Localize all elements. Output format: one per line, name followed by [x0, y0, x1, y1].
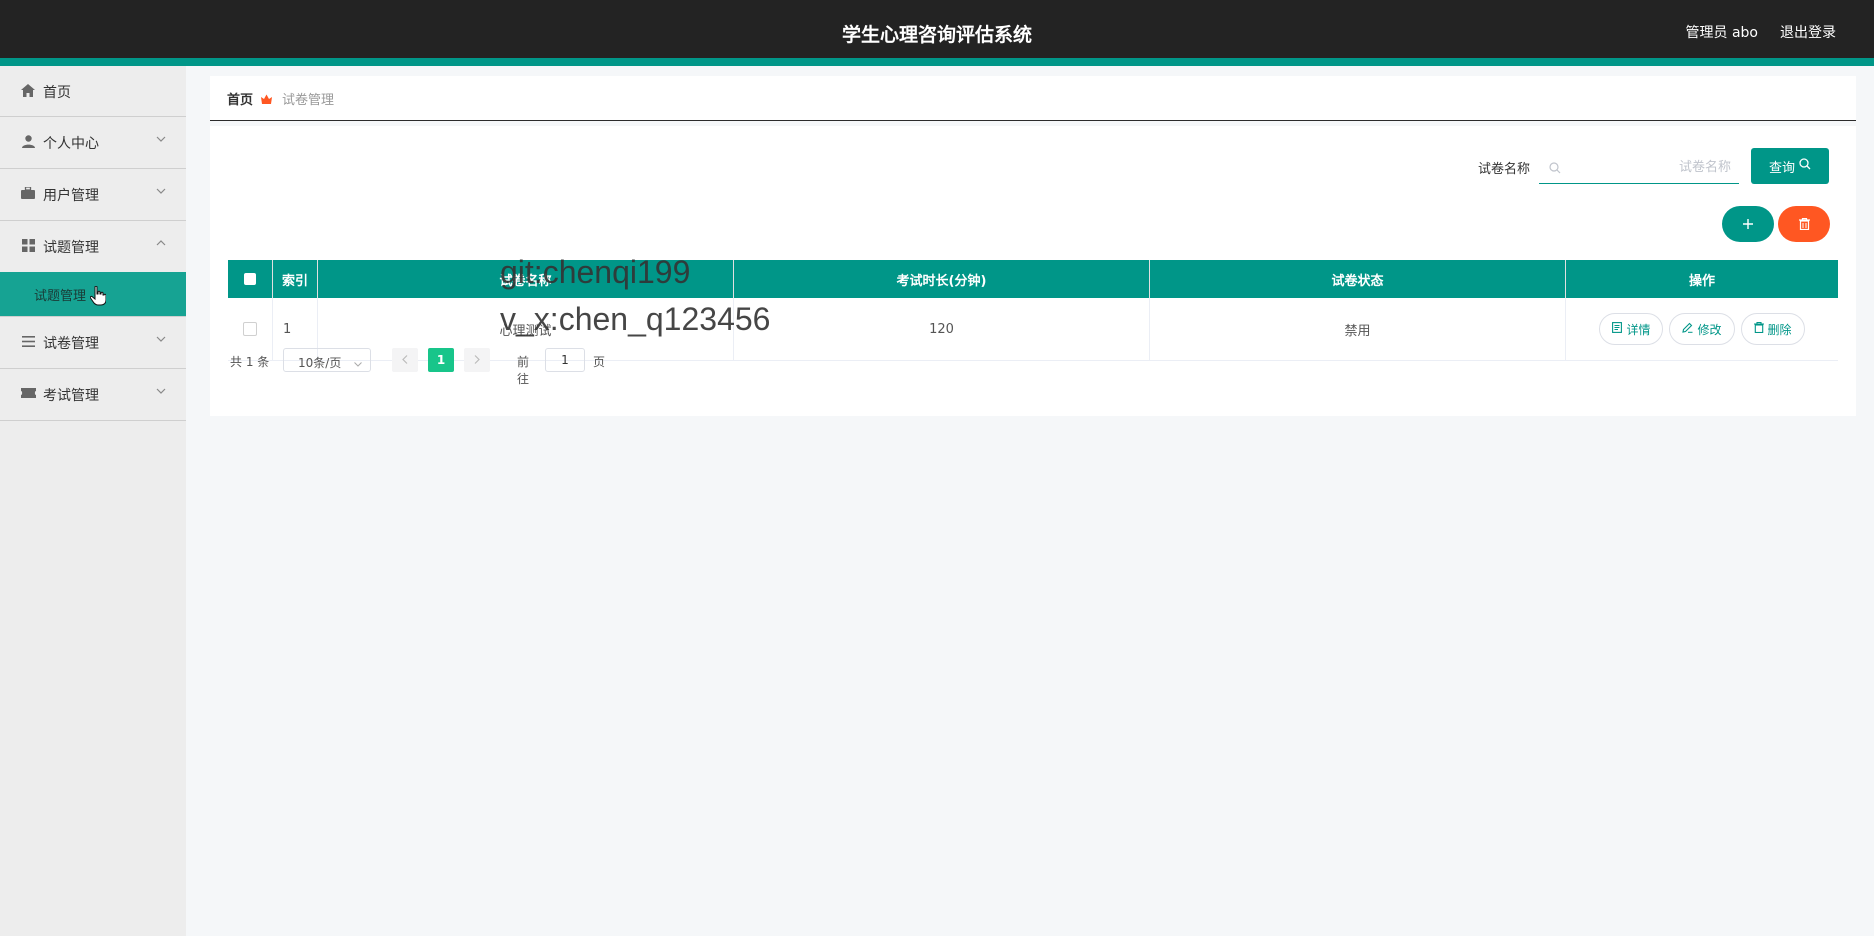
admin-user-label: 管理员 abo [1685, 25, 1758, 41]
goto-page-input[interactable]: 1 [545, 348, 585, 372]
table-header: 索引 试卷名称 考试时长(分钟) 试卷状态 操作 [228, 260, 1838, 298]
page-size-value: 10条/页 [298, 356, 342, 370]
sidebar-item-question-management[interactable]: 试题管理 [0, 221, 186, 272]
grid-icon [20, 237, 36, 253]
chevron-up-icon [156, 238, 166, 248]
query-button[interactable]: 查询 [1751, 148, 1829, 184]
sidebar-item-label: 用户管理 [43, 188, 99, 204]
add-button[interactable] [1722, 206, 1774, 242]
query-button-label: 查询 [1768, 160, 1795, 176]
detail-button[interactable]: 详情 [1599, 313, 1664, 345]
search-label: 试卷名称 [1478, 162, 1531, 177]
cell-actions: 详情 修改 删除 [1566, 298, 1838, 360]
sidebar-item-label: 试卷管理 [43, 336, 99, 352]
search-icon [1799, 158, 1811, 174]
sidebar-subitem-label: 试题管理 [34, 289, 87, 304]
column-header-index: 索引 [273, 260, 318, 298]
select-all-cell [228, 260, 273, 298]
paper-table: 索引 试卷名称 考试时长(分钟) 试卷状态 操作 1 心理测试 120 禁用 详… [228, 260, 1838, 361]
logout-link[interactable]: 退出登录 [1780, 22, 1836, 42]
ticket-icon [20, 385, 36, 401]
breadcrumb-home[interactable]: 首页 [227, 89, 253, 108]
content-panel: 试卷名称 查询 [210, 126, 1856, 416]
briefcase-icon [20, 185, 36, 201]
page-number-current[interactable]: 1 [428, 348, 454, 372]
detail-button-label: 详情 [1626, 322, 1651, 337]
select-all-checkbox[interactable] [244, 273, 256, 285]
column-header-duration: 考试时长(分钟) [734, 260, 1150, 298]
plus-icon [1742, 215, 1754, 234]
user-icon [20, 133, 36, 149]
next-page-button[interactable] [464, 348, 490, 372]
column-header-paper-name: 试卷名称 [318, 260, 734, 298]
delete-button[interactable]: 删除 [1740, 313, 1805, 345]
document-icon [1612, 322, 1623, 336]
chevron-left-icon [402, 353, 408, 367]
cell-status: 禁用 [1150, 298, 1566, 360]
edit-button-label: 修改 [1697, 322, 1722, 337]
trash-icon [1753, 321, 1764, 336]
prev-page-button[interactable] [392, 348, 418, 372]
sidebar-item-label: 个人中心 [43, 136, 99, 152]
batch-delete-button[interactable] [1778, 206, 1830, 242]
edit-button[interactable]: 修改 [1669, 313, 1735, 345]
page-size-select[interactable]: 10条/页 [283, 348, 371, 372]
breadcrumb: 首页 试卷管理 [210, 76, 1856, 121]
row-checkbox[interactable] [243, 322, 257, 336]
edit-icon [1682, 322, 1693, 336]
sidebar-item-label: 考试管理 [43, 388, 99, 404]
app-title: 学生心理咨询评估系统 [841, 24, 1032, 46]
row-select-cell [228, 298, 273, 360]
chevron-down-icon [156, 186, 166, 196]
breadcrumb-separator-icon [261, 90, 272, 109]
chevron-down-icon [156, 386, 166, 396]
chevron-right-icon [474, 353, 480, 367]
search-icon [1549, 159, 1561, 178]
sidebar-item-home[interactable]: 首页 [0, 66, 186, 117]
goto-label: 前往 [517, 355, 530, 386]
chevron-down-icon [156, 334, 166, 344]
sidebar-item-paper-management[interactable]: 试卷管理 [0, 317, 186, 369]
hand-cursor-icon [89, 285, 107, 310]
breadcrumb-current: 试卷管理 [282, 93, 335, 108]
list-icon [20, 333, 36, 349]
sidebar-subitem-question-management[interactable]: 试题管理 [0, 272, 186, 317]
delete-button-label: 删除 [1767, 322, 1792, 337]
sidebar-item-label: 试题管理 [43, 240, 99, 256]
trash-icon [1798, 215, 1810, 234]
sidebar-item-personal-center[interactable]: 个人中心 [0, 117, 186, 169]
top-header: 学生心理咨询评估系统 管理员 abo 退出登录 [0, 0, 1874, 66]
sidebar-item-label: 首页 [43, 85, 71, 101]
home-icon [20, 82, 36, 98]
header-accent-bar [0, 58, 1874, 66]
cell-duration: 120 [734, 298, 1150, 360]
page-unit-label: 页 [593, 355, 606, 369]
chevron-down-icon [354, 356, 362, 370]
pagination-total: 共 1 条 [230, 355, 270, 369]
column-header-actions: 操作 [1688, 273, 1715, 289]
search-field [1539, 149, 1739, 184]
chevron-down-icon [156, 134, 166, 144]
sidebar-item-exam-management[interactable]: 考试管理 [0, 369, 186, 421]
cell-paper-name: 心理测试 [318, 298, 734, 360]
sidebar: 首页 个人中心 用户管理 试题管理 试题管理 试卷管理 考试管理 [0, 66, 186, 936]
column-header-status: 试卷状态 [1150, 260, 1566, 298]
search-input[interactable] [1569, 155, 1733, 179]
sidebar-item-user-management[interactable]: 用户管理 [0, 169, 186, 221]
